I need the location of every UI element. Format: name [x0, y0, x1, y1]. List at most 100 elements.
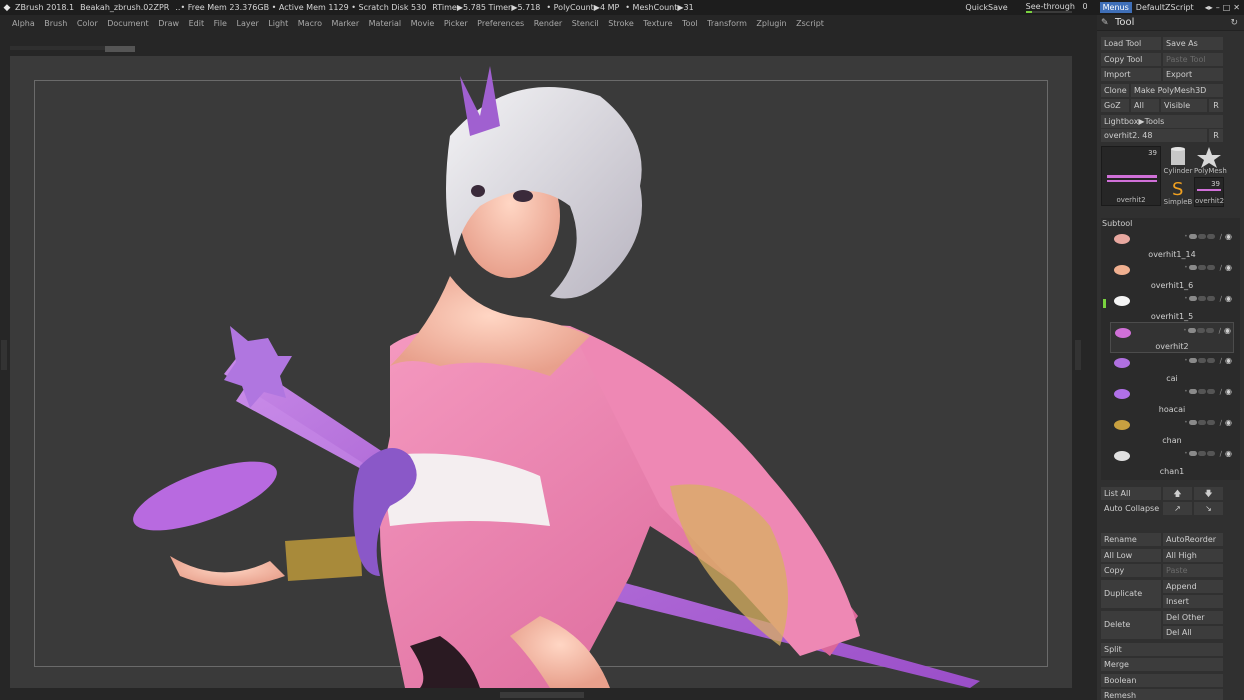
- menu-material[interactable]: Material: [369, 19, 402, 28]
- menu-stroke[interactable]: Stroke: [608, 19, 634, 28]
- subtool-solo-toggle[interactable]: [1197, 234, 1206, 239]
- default-zscript-button[interactable]: DefaultZScript: [1136, 3, 1194, 12]
- subtool-item[interactable]: • ∕ ◉ overhit1_14: [1110, 229, 1234, 260]
- subtool-dynamics-toggle[interactable]: [1188, 420, 1197, 425]
- subtool-eye-icon[interactable]: ◉: [1225, 232, 1232, 241]
- subtool-brush-icon[interactable]: ∕: [1220, 388, 1222, 396]
- subtool-item[interactable]: • ∕ ◉ overhit2: [1110, 322, 1234, 353]
- move-up-to-top-icon[interactable]: ↗: [1163, 502, 1192, 515]
- subtool-dynamics-toggle[interactable]: [1188, 358, 1197, 363]
- subtool-lock-toggle[interactable]: [1206, 358, 1215, 363]
- menu-preferences[interactable]: Preferences: [477, 19, 524, 28]
- subtool-eye-icon[interactable]: ◉: [1225, 449, 1232, 458]
- close-icon[interactable]: ✕: [1233, 3, 1240, 12]
- subtool-solo-toggle[interactable]: [1197, 451, 1206, 456]
- subtool-lock-toggle[interactable]: [1206, 420, 1215, 425]
- menu-transform[interactable]: Transform: [707, 19, 747, 28]
- split-button[interactable]: Split: [1101, 643, 1223, 656]
- menu-movie[interactable]: Movie: [411, 19, 435, 28]
- subtool-solo-toggle[interactable]: [1197, 420, 1206, 425]
- boolean-button[interactable]: Boolean: [1101, 674, 1223, 687]
- clone-button[interactable]: Clone: [1101, 84, 1129, 97]
- menu-brush[interactable]: Brush: [44, 19, 67, 28]
- subtool-eye-icon[interactable]: ◉: [1224, 326, 1231, 335]
- subtool-lock-toggle[interactable]: [1206, 451, 1215, 456]
- menu-zscript[interactable]: Zscript: [796, 19, 824, 28]
- top-shelf-handle[interactable]: [105, 46, 135, 52]
- menu-document[interactable]: Document: [107, 19, 148, 28]
- subtool-item[interactable]: • ∕ ◉ chan: [1110, 415, 1234, 446]
- menu-tool[interactable]: Tool: [682, 19, 698, 28]
- reset-icon[interactable]: ↻: [1230, 18, 1238, 28]
- copy-tool-button[interactable]: Copy Tool: [1101, 53, 1161, 66]
- subtool-lock-toggle[interactable]: [1206, 389, 1215, 394]
- subtool-item[interactable]: • ∕ ◉ overhit1_5: [1110, 291, 1234, 322]
- bottom-tray-handle[interactable]: [500, 692, 584, 698]
- tool-r-button[interactable]: R: [1209, 129, 1223, 142]
- save-as-button[interactable]: Save As: [1163, 37, 1223, 50]
- polymesh-tool-thumb[interactable]: PolyMesh: [1194, 146, 1227, 176]
- merge-button[interactable]: Merge: [1101, 658, 1223, 671]
- menus-toggle-button[interactable]: Menus: [1099, 2, 1132, 13]
- subtool-lock-toggle[interactable]: [1206, 234, 1215, 239]
- duplicate-button[interactable]: Duplicate: [1101, 580, 1161, 608]
- subtool-eye-icon[interactable]: ◉: [1225, 418, 1232, 427]
- move-down-to-bottom-icon[interactable]: ↘: [1194, 502, 1223, 515]
- subtool-lock-toggle[interactable]: [1205, 328, 1214, 333]
- subtool-lock-toggle[interactable]: [1206, 265, 1215, 270]
- all-high-button[interactable]: All High: [1163, 549, 1223, 562]
- current-tool-slider[interactable]: overhit2. 48: [1101, 129, 1207, 142]
- subtool-lock-toggle[interactable]: [1206, 296, 1215, 301]
- menu-stencil[interactable]: Stencil: [572, 19, 599, 28]
- menu-edit[interactable]: Edit: [189, 19, 205, 28]
- menu-zplugin[interactable]: Zplugin: [756, 19, 786, 28]
- subtool-item[interactable]: • ∕ ◉ overhit1_6: [1110, 260, 1234, 291]
- subtool-brush-icon[interactable]: ∕: [1220, 450, 1222, 458]
- subtool-dynamics-toggle[interactable]: [1188, 234, 1197, 239]
- maximize-icon[interactable]: □: [1223, 3, 1231, 12]
- subtool-dynamics-toggle[interactable]: [1188, 265, 1197, 270]
- subtool-eye-icon[interactable]: ◉: [1225, 294, 1232, 303]
- goz-visible-button[interactable]: Visible: [1161, 99, 1207, 112]
- current-tool-thumbnail[interactable]: 39 overhit2: [1101, 146, 1161, 206]
- menu-alpha[interactable]: Alpha: [12, 19, 35, 28]
- layout-arrows-icon[interactable]: ◂▸: [1205, 3, 1213, 12]
- export-button[interactable]: Export: [1163, 68, 1223, 81]
- overhit2-tool-thumb[interactable]: 39 overhit2: [1194, 177, 1224, 207]
- paste-subtool-button[interactable]: Paste: [1163, 564, 1223, 577]
- subtool-item[interactable]: • ∕ ◉ chan1: [1110, 446, 1234, 477]
- load-tool-button[interactable]: Load Tool: [1101, 37, 1161, 50]
- simplebrush-tool-thumb[interactable]: S SimpleB: [1163, 177, 1193, 207]
- subtool-dynamics-toggle[interactable]: [1188, 389, 1197, 394]
- del-all-button[interactable]: Del All: [1163, 626, 1223, 639]
- make-polymesh-button[interactable]: Make PolyMesh3D: [1131, 84, 1223, 97]
- list-all-button[interactable]: List All: [1101, 487, 1161, 500]
- append-button[interactable]: Append: [1163, 580, 1223, 593]
- menu-draw[interactable]: Draw: [158, 19, 179, 28]
- menu-layer[interactable]: Layer: [236, 19, 258, 28]
- menu-macro[interactable]: Macro: [298, 19, 322, 28]
- move-down-arrow-icon[interactable]: 🡇: [1194, 487, 1223, 500]
- all-low-button[interactable]: All Low: [1101, 549, 1161, 562]
- menu-light[interactable]: Light: [268, 19, 288, 28]
- lightbox-tools-button[interactable]: Lightbox▶Tools: [1101, 115, 1223, 128]
- subtool-brush-icon[interactable]: ∕: [1219, 327, 1221, 335]
- menu-file[interactable]: File: [214, 19, 227, 28]
- subtool-solo-toggle[interactable]: [1197, 265, 1206, 270]
- subtool-brush-icon[interactable]: ∕: [1220, 233, 1222, 241]
- menu-color[interactable]: Color: [77, 19, 98, 28]
- subtool-eye-icon[interactable]: ◉: [1225, 387, 1232, 396]
- autoreorder-button[interactable]: AutoReorder: [1163, 533, 1223, 546]
- see-through-slider[interactable]: See-through 0: [1025, 2, 1088, 13]
- minimize-icon[interactable]: –: [1216, 3, 1220, 12]
- del-other-button[interactable]: Del Other: [1163, 611, 1223, 624]
- goz-all-button[interactable]: All: [1131, 99, 1159, 112]
- left-tray-handle[interactable]: [1, 340, 7, 370]
- subtool-brush-icon[interactable]: ∕: [1220, 295, 1222, 303]
- move-up-arrow-icon[interactable]: 🡅: [1163, 487, 1192, 500]
- goz-button[interactable]: GoZ: [1101, 99, 1129, 112]
- subtool-brush-icon[interactable]: ∕: [1220, 357, 1222, 365]
- auto-collapse-button[interactable]: Auto Collapse: [1101, 502, 1161, 515]
- subtool-solo-toggle[interactable]: [1197, 296, 1206, 301]
- subtool-dynamics-toggle[interactable]: [1187, 328, 1196, 333]
